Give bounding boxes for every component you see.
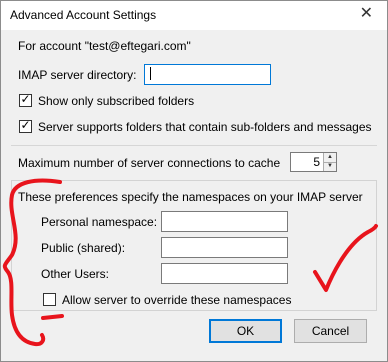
imap-directory-label: IMAP server directory:	[18, 68, 137, 82]
allow-override-label: Allow server to override these namespace…	[62, 293, 292, 307]
personal-namespace-input[interactable]	[161, 211, 288, 232]
close-icon[interactable]: ✕	[360, 5, 373, 23]
allow-override-checkbox[interactable]	[43, 293, 56, 306]
show-subscribed-label: Show only subscribed folders	[38, 94, 195, 108]
max-connections-stepper[interactable]: 5 ▲ ▼	[290, 152, 337, 172]
public-namespace-input[interactable]	[161, 237, 288, 258]
public-namespace-label: Public (shared):	[41, 241, 126, 255]
personal-namespace-label: Personal namespace:	[41, 215, 158, 229]
account-label: For account "test@eftegari.com"	[18, 39, 191, 53]
checkmark-icon: ✓	[20, 118, 31, 132]
title-bar: Advanced Account Settings ✕	[1, 1, 387, 30]
max-connections-value: 5	[313, 155, 320, 169]
advanced-account-settings-dialog: Advanced Account Settings ✕ For account …	[0, 0, 388, 362]
subfolders-checkbox[interactable]: ✓	[19, 118, 32, 133]
imap-directory-input[interactable]	[144, 64, 271, 85]
namespaces-heading: These preferences specify the namespaces…	[18, 190, 363, 204]
checkmark-icon: ✓	[20, 92, 31, 106]
max-connections-label: Maximum number of server connections to …	[18, 156, 281, 170]
other-users-input[interactable]	[161, 263, 288, 284]
dialog-title: Advanced Account Settings	[10, 8, 157, 22]
divider	[11, 145, 377, 146]
stepper-down-icon[interactable]: ▼	[324, 162, 336, 171]
other-users-label: Other Users:	[41, 267, 110, 281]
text-caret	[150, 67, 151, 80]
ok-button[interactable]: OK	[209, 319, 282, 343]
cancel-button[interactable]: Cancel	[294, 319, 367, 343]
subfolders-label: Server supports folders that contain sub…	[38, 120, 372, 134]
stepper-buttons: ▲ ▼	[323, 153, 336, 171]
show-subscribed-checkbox[interactable]: ✓	[19, 92, 32, 107]
